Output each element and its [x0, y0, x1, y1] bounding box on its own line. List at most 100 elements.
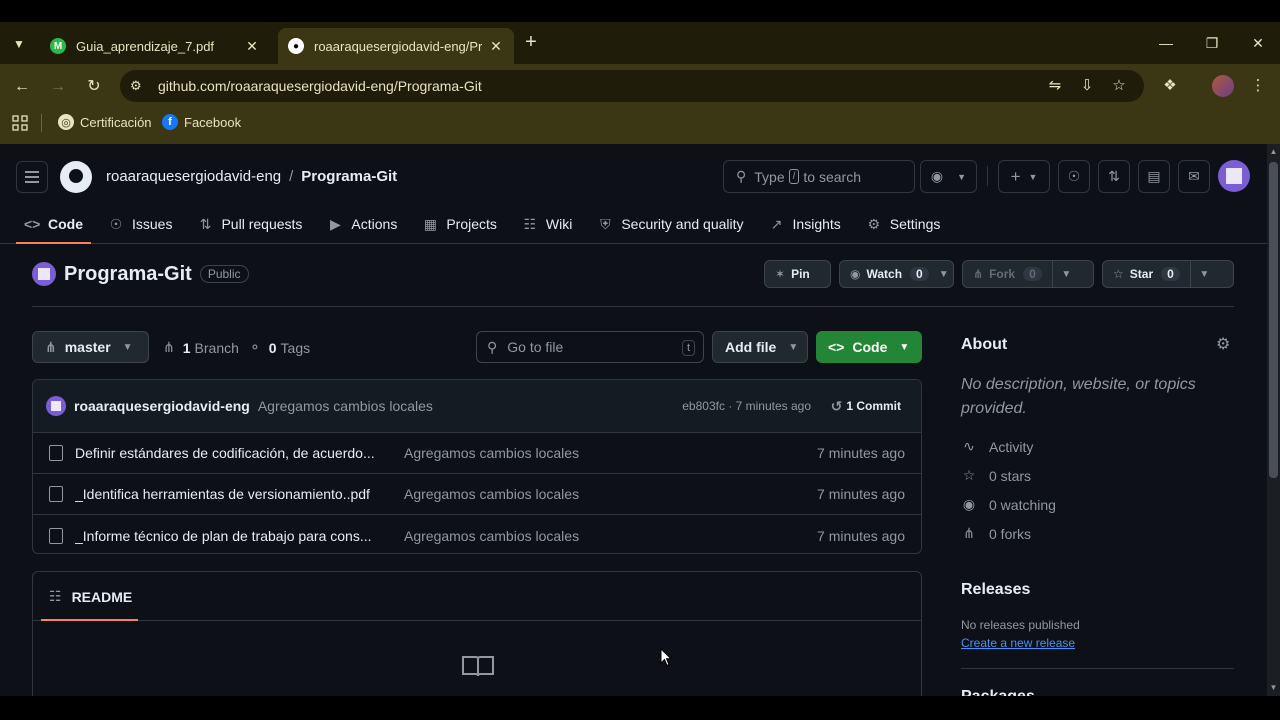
commit-message[interactable]: Agregamos cambios locales	[258, 398, 433, 414]
file-name[interactable]: Definir estándares de codificación, de a…	[75, 445, 405, 461]
reload-icon[interactable]: ↻	[81, 74, 107, 100]
create-new-button[interactable]: + ▼	[998, 160, 1050, 193]
forward-arrow-icon[interactable]: →	[45, 74, 71, 100]
commit-author[interactable]: roaaraquesergiodavid-eng	[74, 398, 250, 414]
breadcrumb-owner[interactable]: roaaraquesergiodavid-eng	[106, 168, 281, 185]
tab-insights[interactable]: ↗ Insights	[761, 204, 849, 244]
eye-icon: ◉	[962, 496, 976, 512]
close-icon[interactable]: ✕	[488, 38, 504, 55]
avatar[interactable]	[46, 396, 66, 416]
file-commit-message[interactable]: Agregamos cambios locales	[404, 486, 579, 502]
scroll-down-arrow-icon[interactable]: ▼	[1269, 683, 1278, 692]
tab-github-repo[interactable]: ● roaaraquesergiodavid-eng/Pro ✕	[278, 28, 514, 64]
fork-button[interactable]: ⋔ Fork 0 ▼	[962, 260, 1094, 288]
browser-menu-icon[interactable]: ⋮	[1246, 74, 1270, 98]
tab-settings[interactable]: ⚙ Settings	[858, 204, 949, 244]
back-arrow-icon[interactable]: ←	[9, 74, 35, 100]
create-release-link[interactable]: Create a new release	[961, 636, 1075, 650]
inbox-icon[interactable]: ✉	[1178, 160, 1210, 193]
about-description: No description, website, or topics provi…	[961, 376, 1196, 417]
tab-wiki[interactable]: ☷ Wiki	[514, 204, 580, 244]
translate-icon[interactable]: ⇋	[1043, 74, 1067, 98]
chevron-down-icon: ▼	[122, 341, 133, 353]
page-scrollbar[interactable]: ▲ ▼	[1267, 144, 1280, 696]
tab-actions[interactable]: ▶ Actions	[319, 204, 405, 244]
pin-button[interactable]: ✶ Pin	[764, 260, 831, 288]
commits-link[interactable]: ↺ 1 Commit	[831, 398, 901, 415]
close-icon[interactable]: ✕	[244, 38, 260, 55]
address-bar[interactable]: ⚙ github.com/roaaraquesergiodavid-eng/Pr…	[120, 70, 1144, 102]
address-url[interactable]: github.com/roaaraquesergiodavid-eng/Prog…	[158, 78, 482, 94]
file-commit-message[interactable]: Agregamos cambios locales	[404, 445, 579, 461]
issue-icon: ☉	[109, 215, 123, 232]
bookmark-certificacion[interactable]: ◎ Certificación	[58, 114, 152, 130]
tab-label: Pull requests	[221, 216, 303, 232]
extensions-puzzle-icon[interactable]: ❖	[1158, 74, 1182, 98]
tab-issues[interactable]: ☉ Issues	[100, 204, 180, 244]
site-settings-icon[interactable]: ⚙	[130, 78, 150, 94]
table-row[interactable]: _Identifica herramientas de versionamien…	[33, 474, 921, 515]
tab-pull-requests[interactable]: ⇅ Pull requests	[189, 204, 310, 244]
packages-heading[interactable]: Packages	[961, 688, 1035, 696]
search-icon: ⚲	[736, 168, 747, 184]
user-avatar[interactable]	[1218, 160, 1250, 192]
window-close-icon[interactable]: ✕	[1245, 30, 1271, 56]
repositories-icon[interactable]: ▤	[1138, 160, 1170, 193]
issues-icon[interactable]: ☉	[1058, 160, 1090, 193]
tags-link[interactable]: ⚬ 0 Tags	[249, 339, 310, 356]
github-logo-icon[interactable]	[60, 161, 92, 193]
tab-security[interactable]: ⛨ Security and quality	[589, 204, 751, 244]
watching-link[interactable]: ◉ 0 watching	[961, 496, 1056, 513]
gear-icon[interactable]: ⚙	[1216, 334, 1234, 353]
search-input[interactable]: ⚲ Type / to search	[723, 160, 915, 193]
add-file-button[interactable]: Add file ▼	[712, 331, 808, 363]
readme-tab[interactable]: ☷ README	[49, 588, 132, 605]
code-button[interactable]: <> Code ▼	[816, 331, 922, 363]
browser-profile-avatar[interactable]	[1212, 75, 1234, 97]
activity-link[interactable]: ∿ Activity	[961, 438, 1033, 455]
file-name[interactable]: _Informe técnico de plan de trabajo para…	[75, 528, 405, 544]
github-favicon-icon: ●	[288, 38, 304, 54]
bookmark-star-icon[interactable]: ☆	[1107, 74, 1131, 98]
repo-owner-avatar[interactable]	[32, 262, 56, 286]
stars-link[interactable]: ☆ 0 stars	[961, 467, 1031, 484]
tab-search-chevron-icon[interactable]: ▼	[8, 33, 30, 55]
install-app-icon[interactable]: ⇩	[1075, 74, 1099, 98]
bookmark-facebook[interactable]: f Facebook	[162, 114, 241, 130]
minimize-icon[interactable]: —	[1153, 30, 1179, 56]
commit-hash-time[interactable]: eb803fc · 7 minutes ago	[682, 399, 811, 413]
scroll-up-arrow-icon[interactable]: ▲	[1269, 147, 1278, 156]
file-commit-message[interactable]: Agregamos cambios locales	[404, 528, 579, 544]
watch-label: Watch	[866, 267, 903, 281]
go-to-file-input[interactable]: ⚲ Go to file t	[476, 331, 704, 363]
forks-link[interactable]: ⋔ 0 forks	[961, 525, 1031, 542]
table-row[interactable]: _Informe técnico de plan de trabajo para…	[33, 515, 921, 553]
readme-panel: ☷ README	[32, 571, 922, 696]
tab-guia-pdf[interactable]: M Guia_aprendizaje_7.pdf ✕	[40, 28, 270, 64]
watch-button[interactable]: ◉ Watch 0 ▼	[839, 260, 954, 288]
chevron-down-icon: ▼	[1028, 171, 1038, 182]
scrollbar-thumb[interactable]	[1269, 162, 1278, 478]
gear-icon: ⚙	[867, 215, 881, 232]
watch-count: 0	[910, 267, 929, 281]
file-time: 7 minutes ago	[817, 486, 905, 502]
apps-grid-icon[interactable]	[12, 115, 28, 131]
copilot-button[interactable]: ◉ ▼	[920, 160, 977, 193]
chevron-down-icon[interactable]: ▼	[1051, 261, 1080, 287]
branch-selector[interactable]: ⋔ master ▼	[32, 331, 149, 363]
repo-name[interactable]: Programa-Git	[64, 263, 192, 286]
file-name[interactable]: _Identifica herramientas de versionamien…	[75, 486, 405, 502]
breadcrumb-repo[interactable]: Programa-Git	[301, 168, 397, 185]
menu-hamburger-icon[interactable]	[16, 161, 48, 193]
pull-requests-icon[interactable]: ⇅	[1098, 160, 1130, 193]
restore-icon[interactable]: ❐	[1199, 30, 1225, 56]
new-tab-plus-icon[interactable]: +	[520, 32, 542, 54]
chevron-down-icon[interactable]: ▼	[1189, 261, 1218, 287]
tab-code[interactable]: <> Code	[16, 204, 91, 244]
branches-link[interactable]: ⋔ 1 Branch	[163, 339, 239, 356]
table-row[interactable]: Definir estándares de codificación, de a…	[33, 433, 921, 474]
tab-projects[interactable]: ▦ Projects	[414, 204, 505, 244]
tag-count: 0	[268, 339, 277, 356]
star-button[interactable]: ☆ Star 0 ▼	[1102, 260, 1234, 288]
releases-heading[interactable]: Releases	[961, 581, 1030, 599]
